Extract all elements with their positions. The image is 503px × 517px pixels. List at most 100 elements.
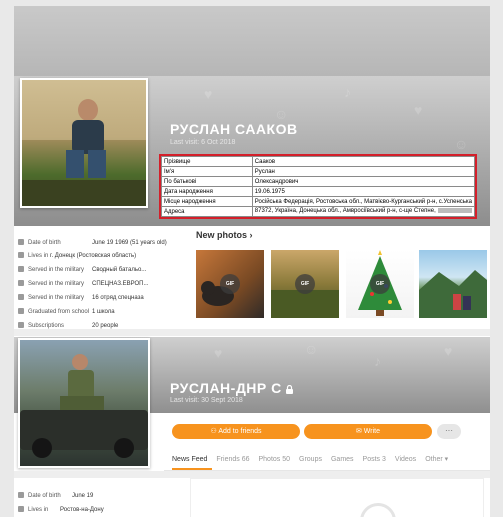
detail-row: Served in the military 16 отряд спецназа	[18, 294, 144, 301]
table-row: По батькові Олександрович	[161, 176, 476, 187]
envelope-icon: ✉	[355, 428, 362, 435]
gif-badge: GIF	[370, 274, 390, 294]
detail-label: Lives in	[28, 253, 49, 259]
cover-pattern-icon: ☺	[454, 136, 469, 152]
more-button[interactable]: ···	[437, 424, 461, 439]
detail-label: Served in the military	[28, 267, 85, 273]
detail-label: Served in the military	[28, 281, 85, 287]
detail-value[interactable]: Сводный батальо...	[92, 267, 146, 273]
section-divider	[14, 329, 490, 336]
tab-photos[interactable]: Photos 50	[258, 456, 290, 463]
info-value: Олександрович	[251, 176, 476, 187]
profile1-avatar[interactable]	[20, 78, 148, 208]
top-gray-banner	[14, 6, 490, 76]
table-row: Місце народження Російська Федерація, Рос…	[161, 196, 476, 207]
info-value: 87372, Україна, Донецька обл., Амвросіїв…	[251, 206, 476, 217]
tab-other[interactable]: Other ▾	[425, 456, 448, 463]
info-value: Руслан	[251, 166, 476, 177]
redacted-block	[437, 208, 472, 214]
add-to-friends-label: Add to friends	[218, 428, 262, 435]
photo-thumbnail[interactable]: GIF	[346, 250, 414, 318]
personal-info-table: Прізвище Сааков Ім'я Руслан По батькові Оле…	[159, 154, 477, 219]
info-key: Дата народження	[161, 186, 253, 197]
info-key: Прізвище	[161, 156, 253, 167]
subscriptions-icon	[18, 322, 24, 328]
feed-card	[190, 478, 484, 517]
military-icon	[18, 294, 24, 300]
cover-pattern-icon: ♥	[414, 102, 423, 118]
detail-row: Served in the military Сводный батальо...	[18, 266, 146, 273]
graduation-icon	[18, 308, 24, 314]
cover-pattern-icon: ♪	[374, 353, 381, 369]
detail-value[interactable]: г. Донецк (Ростовская область)	[50, 253, 136, 259]
profile2-tabs: News Feed Friends 66 Photos 50 Groups Games P…	[172, 455, 457, 463]
calendar-icon	[18, 492, 24, 498]
table-row: Дата народження 19.06.1975	[161, 186, 476, 197]
military-icon	[18, 280, 24, 286]
info-value: Сааков	[251, 156, 476, 167]
detail-label: Served in the military	[28, 295, 85, 301]
info-value: 19.06.1975	[251, 186, 476, 197]
detail-label: Date of birth	[28, 493, 61, 499]
profile2-last-visit: Last visit: 30 Sept 2018	[170, 397, 243, 404]
detail-value[interactable]: 1 школа	[92, 309, 115, 315]
profile2-avatar[interactable]	[18, 338, 150, 468]
add-friend-icon: ⚇	[210, 428, 217, 435]
write-label: Write	[363, 428, 381, 435]
tab-groups[interactable]: Groups	[299, 456, 322, 463]
profile2-name: РУСЛАН-ДНР С	[170, 380, 293, 396]
detail-label: Lives in	[28, 507, 49, 513]
info-key: Ім'я	[161, 166, 253, 177]
chevron-right-icon: ›	[249, 230, 253, 240]
detail-value[interactable]: 16 отряд спецназа	[92, 295, 144, 301]
section-divider	[14, 471, 490, 478]
photo-thumbnail[interactable]: GIF	[196, 250, 264, 318]
tab-games[interactable]: Games	[331, 456, 354, 463]
detail-value[interactable]: Ростов-на-Дону	[60, 507, 104, 513]
detail-row: Lives in г. Донецк (Ростовская область)	[18, 252, 136, 259]
cover-pattern-icon: ♪	[344, 84, 351, 100]
new-photos-label: New photos	[196, 230, 247, 240]
detail-row: Date of birth June 19 1969 (51 years old)	[18, 239, 167, 246]
address-text: 87372, Україна, Донецька обл., Амвросіїв…	[254, 208, 436, 215]
mountain-photo	[419, 270, 487, 318]
detail-value[interactable]: June 19 1969 (51 years old)	[92, 240, 167, 246]
detail-label: Date of birth	[28, 240, 61, 246]
profile1-last-visit: Last visit: 6 Oct 2018	[170, 139, 236, 146]
home-icon	[18, 252, 24, 258]
profile1-details: Date of birth June 19 1969 (51 years old)…	[14, 226, 182, 329]
soldier-on-car-photo	[20, 354, 148, 458]
write-button[interactable]: ✉ Write	[304, 424, 432, 439]
tab-posts[interactable]: Posts 3	[363, 456, 386, 463]
detail-row: Subscriptions 20 people	[18, 322, 118, 329]
detail-value[interactable]: June 19	[72, 493, 93, 499]
cover-pattern-icon: ♥	[214, 345, 223, 361]
screenshot-frame: ♥ ☺ ♪ ♥ ☺ РУСЛАН СААКОВ Last visit: 6 Oc…	[14, 6, 490, 517]
detail-value[interactable]: СПЕЦНАЗ.ЕВРОП...	[92, 281, 149, 287]
cover-pattern-icon: ☺	[304, 341, 319, 357]
profile1-name: РУСЛАН СААКОВ	[170, 121, 298, 137]
tab-friends[interactable]: Friends 66	[216, 456, 249, 463]
photo-thumbnail[interactable]: GIF	[271, 250, 339, 318]
detail-row: Date of birth June 19	[18, 492, 93, 499]
profile2-details: Date of birth June 19 Lives in Ростов-на-Д…	[14, 484, 182, 517]
table-row: Ім'я Руслан	[161, 166, 476, 177]
table-row: Адреса 87372, Україна, Донецька обл., Амв…	[161, 206, 476, 217]
profile2-name-text: РУСЛАН-ДНР С	[170, 380, 282, 396]
photo-thumbnail[interactable]	[419, 250, 487, 318]
add-to-friends-button[interactable]: ⚇ Add to friends	[172, 424, 300, 439]
person-photo	[22, 80, 146, 206]
gif-badge: GIF	[220, 274, 240, 294]
info-key: По батькові	[161, 176, 253, 187]
cover-pattern-icon: ♥	[204, 86, 213, 102]
detail-row: Graduated from school 1 школа	[18, 308, 115, 315]
military-icon	[18, 266, 24, 272]
new-photos-title[interactable]: New photos ›	[196, 230, 253, 240]
table-row: Прізвище Сааков	[161, 156, 476, 167]
detail-label: Graduated from school	[28, 309, 90, 315]
tab-videos[interactable]: Videos	[395, 456, 416, 463]
info-key: Адреса	[161, 206, 253, 217]
detail-row: Lives in Ростов-на-Дону	[18, 506, 104, 513]
tab-news-feed[interactable]: News Feed	[172, 456, 207, 463]
gif-badge: GIF	[295, 274, 315, 294]
